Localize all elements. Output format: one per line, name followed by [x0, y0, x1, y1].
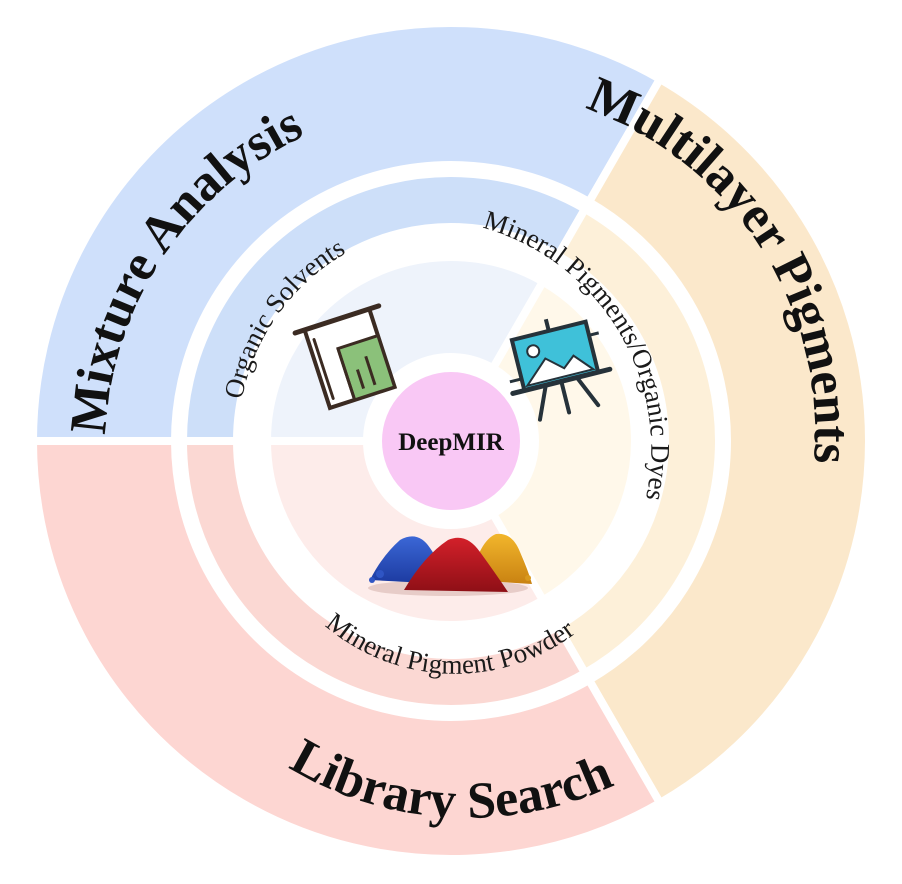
- center-label: DeepMIR: [398, 429, 504, 456]
- deepmir-diagram: Mixture Analysis Multilayer Pigments Lib…: [29, 19, 873, 863]
